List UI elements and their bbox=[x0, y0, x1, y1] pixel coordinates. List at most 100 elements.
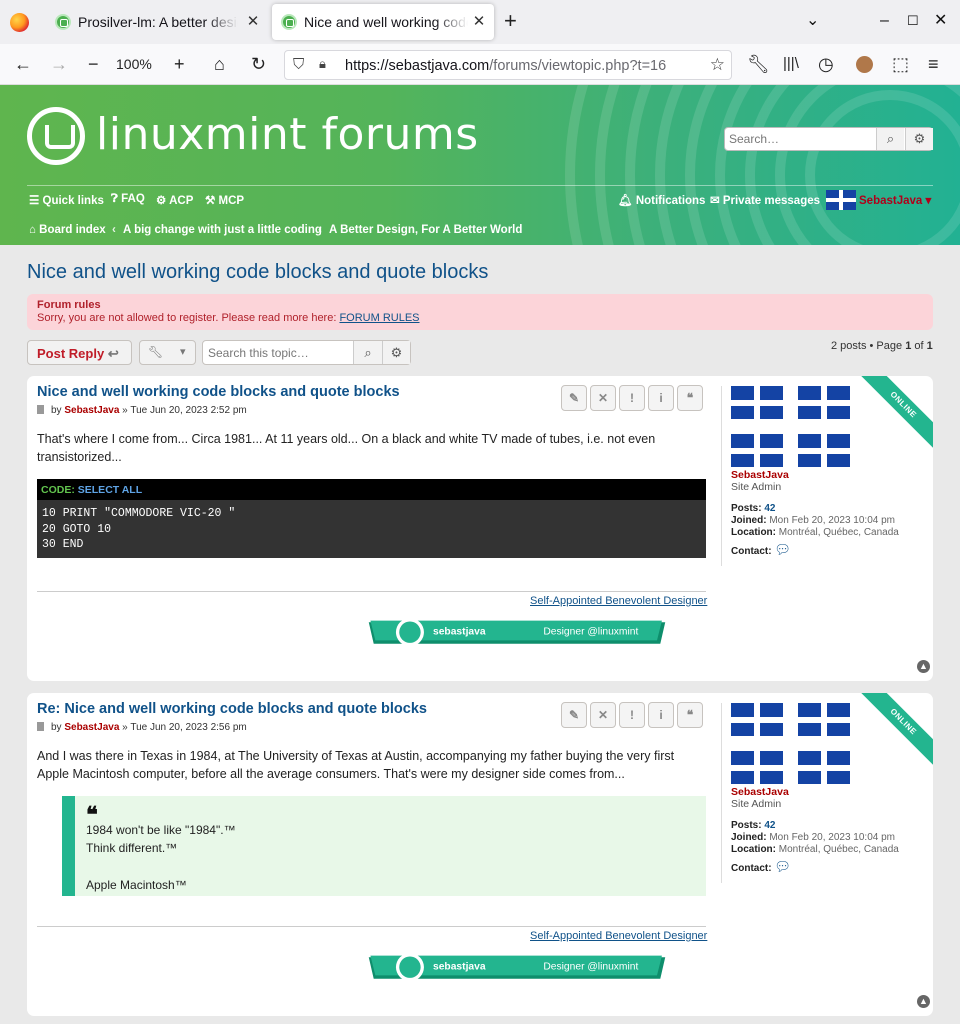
search-placeholder: Search this topic… bbox=[208, 346, 309, 360]
signature-banner[interactable]: sebastjava Designer @linuxmint bbox=[337, 619, 697, 647]
chat-bubble-icon[interactable]: 💬︎ bbox=[774, 542, 791, 557]
post-author[interactable]: SebastJava bbox=[64, 722, 119, 733]
reload-icon[interactable]: ↻ bbox=[251, 54, 266, 74]
topic-search-input[interactable]: Search this topic… ⌕ ⚙ bbox=[202, 340, 411, 365]
quick-links[interactable]: ☰ Quick links bbox=[29, 193, 104, 207]
signature-title-link[interactable]: Self-Appointed Benevolent Designer bbox=[530, 930, 707, 942]
library-icon[interactable]: |||\ bbox=[783, 54, 799, 74]
username-menu[interactable]: SebastJava ▾ bbox=[859, 193, 931, 207]
tab-label: Nice and well working code blocks bbox=[304, 14, 468, 30]
code-content[interactable]: 10 PRINT "COMMODORE VIC-20 " 20 GOTO 10 … bbox=[37, 501, 706, 558]
post-title[interactable]: Re: Nice and well working code blocks an… bbox=[37, 701, 427, 717]
gear-icon[interactable]: ⚙ bbox=[382, 341, 410, 364]
breadcrumb-forum[interactable]: A big change with just a little coding bbox=[123, 224, 322, 236]
acp-link[interactable]: ⚙ ACP bbox=[156, 193, 193, 207]
edit-pencil-icon[interactable]: ✎ bbox=[561, 702, 587, 728]
mcp-link[interactable]: ⚒ MCP bbox=[205, 193, 244, 207]
chat-bubble-icon[interactable]: 💬︎ bbox=[774, 859, 791, 874]
history-clock-icon[interactable]: ◷ bbox=[818, 54, 834, 74]
notifications-link[interactable]: 🔔︎ Notifications bbox=[618, 193, 705, 207]
signature-divider bbox=[37, 926, 706, 927]
rules-heading: Forum rules bbox=[37, 299, 101, 311]
close-icon[interactable]: ✕ bbox=[244, 13, 262, 31]
menu-hamburger-icon[interactable]: ≡ bbox=[928, 54, 939, 74]
quebec-flag-avatar-icon[interactable] bbox=[798, 386, 850, 419]
minimize-icon[interactable]: – bbox=[880, 12, 889, 30]
profile-username[interactable]: SebastJava bbox=[731, 786, 789, 798]
report-exclamation-icon[interactable]: ! bbox=[619, 385, 645, 411]
gear-icon[interactable]: ⚙ bbox=[905, 128, 933, 150]
quebec-flag-avatar-icon[interactable] bbox=[731, 434, 783, 467]
profile-contact: Contact: 💬︎ bbox=[731, 542, 791, 557]
shield-icon[interactable]: ⛉ bbox=[293, 56, 304, 73]
zoom-in-icon[interactable]: + bbox=[174, 54, 185, 74]
faq-link[interactable]: ❓︎ FAQ bbox=[111, 193, 145, 206]
help-icon: ❓︎ bbox=[111, 193, 118, 205]
back-to-top-icon[interactable]: ▲ bbox=[917, 995, 930, 1008]
search-placeholder: Search… bbox=[729, 132, 780, 146]
info-icon[interactable]: i bbox=[648, 385, 674, 411]
search-icon[interactable]: ⌕ bbox=[353, 341, 382, 364]
zoom-out-icon[interactable]: − bbox=[88, 54, 99, 74]
quebec-flag-avatar-icon[interactable] bbox=[731, 703, 783, 736]
quebec-flag-avatar-icon[interactable] bbox=[731, 751, 783, 784]
post-reply-button[interactable]: Post Reply ↩ bbox=[27, 340, 132, 365]
close-icon[interactable]: ✕ bbox=[470, 13, 488, 31]
profile-joined: Joined: Mon Feb 20, 2023 10:04 pm bbox=[731, 832, 895, 843]
signature-title-link[interactable]: Self-Appointed Benevolent Designer bbox=[530, 595, 707, 607]
quebec-flag-avatar-icon[interactable] bbox=[731, 386, 783, 419]
site-logo-text[interactable]: linuxmint forums bbox=[96, 109, 479, 160]
info-icon[interactable]: i bbox=[648, 702, 674, 728]
tab-list-chevron-icon[interactable]: ⌄ bbox=[806, 12, 819, 30]
zoom-level[interactable]: 100% bbox=[116, 56, 152, 72]
header-search-input[interactable]: Search… ⌕ ⚙ bbox=[724, 127, 933, 151]
quebec-flag-avatar-icon[interactable] bbox=[826, 190, 856, 210]
forward-arrow-icon[interactable]: → bbox=[50, 54, 68, 74]
tab-current[interactable]: Nice and well working code blocks ✕ bbox=[272, 4, 494, 40]
private-messages-link[interactable]: ✉ Private messages bbox=[710, 193, 820, 207]
topic-tools-button[interactable]: 🔧︎ ▾ bbox=[139, 340, 196, 365]
quote-icon[interactable]: ❝ bbox=[677, 702, 703, 728]
account-avatar-icon[interactable] bbox=[856, 56, 873, 73]
back-arrow-icon[interactable]: ← bbox=[14, 54, 32, 74]
home-icon[interactable]: ⌂ bbox=[214, 54, 225, 74]
delete-x-icon[interactable]: ✕ bbox=[590, 385, 616, 411]
bookmark-star-icon[interactable]: ☆ bbox=[710, 55, 725, 75]
url-bar[interactable]: ⛉ 🔒︎ https://sebastjava.com/forums/viewt… bbox=[284, 50, 732, 80]
select-all-link[interactable]: SELECT ALL bbox=[78, 484, 142, 496]
quote-icon[interactable]: ❝ bbox=[677, 385, 703, 411]
post-doc-icon[interactable] bbox=[37, 722, 44, 731]
profile-username[interactable]: SebastJava bbox=[731, 469, 789, 481]
breadcrumb-subforum[interactable]: A Better Design, For A Better World bbox=[329, 224, 522, 236]
breadcrumb-board-index[interactable]: ⌂ Board index bbox=[29, 224, 106, 236]
quote-line: Think different.™ bbox=[86, 841, 178, 855]
back-to-top-icon[interactable]: ▲ bbox=[917, 660, 930, 673]
signature-banner[interactable]: sebastjava Designer @linuxmint bbox=[337, 954, 697, 982]
tab-prosilver[interactable]: Prosilver-lm: A better design ✕ bbox=[46, 4, 268, 40]
quebec-flag-avatar-icon[interactable] bbox=[798, 703, 850, 736]
rules-text: Sorry, you are not allowed to register. … bbox=[37, 312, 420, 324]
new-tab-plus-icon[interactable]: + bbox=[504, 10, 517, 32]
post-title[interactable]: Nice and well working code blocks and qu… bbox=[37, 384, 400, 400]
post-doc-icon[interactable] bbox=[37, 405, 44, 414]
report-exclamation-icon[interactable]: ! bbox=[619, 702, 645, 728]
forum-rules-link[interactable]: FORUM RULES bbox=[339, 312, 419, 324]
delete-x-icon[interactable]: ✕ bbox=[590, 702, 616, 728]
window-close-icon[interactable]: ✕ bbox=[934, 12, 947, 30]
firefox-icon[interactable] bbox=[10, 13, 29, 32]
linuxmint-logo-icon[interactable] bbox=[27, 107, 85, 165]
maximize-icon[interactable]: ☐ bbox=[907, 12, 919, 30]
quebec-flag-avatar-icon[interactable] bbox=[798, 434, 850, 467]
breadcrumb-separator: ‹ bbox=[112, 224, 116, 236]
edit-pencil-icon[interactable]: ✎ bbox=[561, 385, 587, 411]
topic-title[interactable]: Nice and well working code blocks and qu… bbox=[27, 261, 488, 284]
url-text[interactable]: https://sebastjava.com/forums/viewtopic.… bbox=[345, 58, 666, 74]
extensions-puzzle-icon[interactable]: ⬚ bbox=[892, 54, 909, 74]
lock-icon[interactable]: 🔒︎ bbox=[319, 56, 326, 72]
post-author[interactable]: SebastJava bbox=[64, 405, 119, 416]
wrench-icon[interactable]: 🔧︎ bbox=[747, 54, 770, 74]
search-icon[interactable]: ⌕ bbox=[876, 128, 904, 150]
quebec-flag-avatar-icon[interactable] bbox=[798, 751, 850, 784]
code-header: CODE: SELECT ALL bbox=[37, 479, 706, 501]
online-ribbon: ONLINE bbox=[854, 376, 933, 454]
